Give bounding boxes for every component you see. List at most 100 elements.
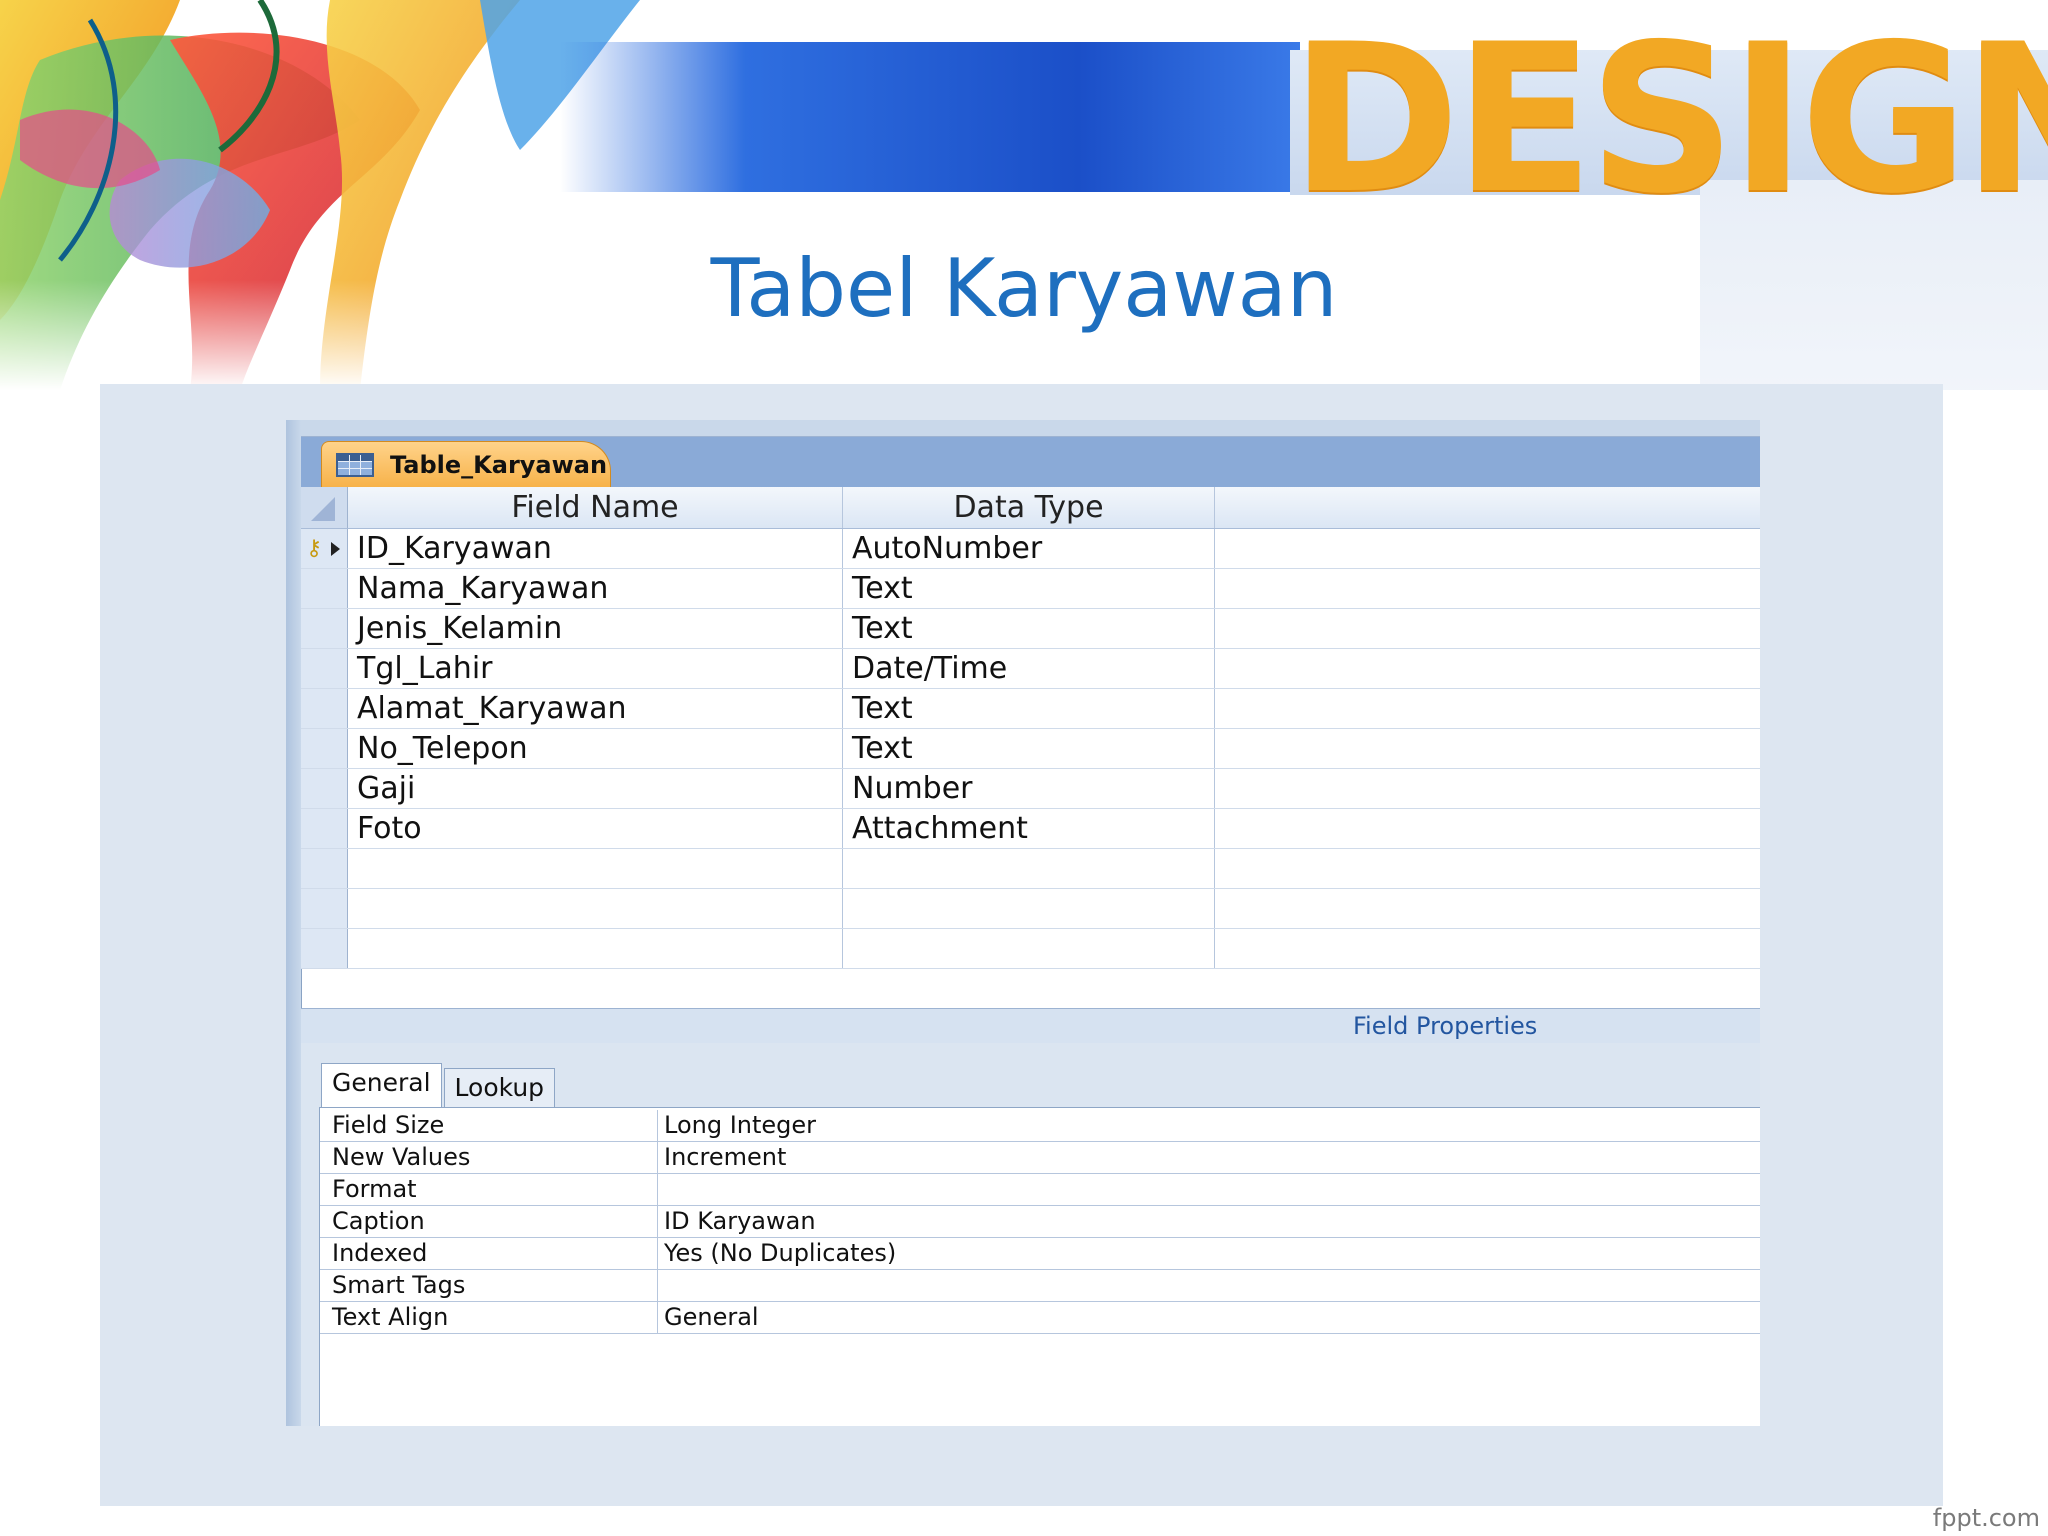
- field-name-cell[interactable]: Alamat_Karyawan: [348, 689, 843, 728]
- field-name-cell[interactable]: [348, 929, 843, 968]
- property-value[interactable]: Long Integer: [658, 1110, 1760, 1141]
- data-type-cell[interactable]: Text: [843, 729, 1215, 768]
- table-row[interactable]: [301, 889, 1760, 929]
- row-selector[interactable]: [301, 569, 348, 608]
- row-selector[interactable]: [301, 889, 348, 928]
- field-name-cell[interactable]: [348, 889, 843, 928]
- field-name-cell[interactable]: Foto: [348, 809, 843, 848]
- property-row[interactable]: Text Align General: [320, 1302, 1760, 1334]
- property-value[interactable]: Increment: [658, 1142, 1760, 1173]
- column-header-description[interactable]: [1215, 487, 1760, 528]
- data-type-cell[interactable]: [843, 849, 1215, 888]
- property-value[interactable]: General: [658, 1302, 1760, 1333]
- row-selector[interactable]: [301, 809, 348, 848]
- row-selector[interactable]: [301, 769, 348, 808]
- description-cell[interactable]: [1215, 729, 1760, 768]
- property-name: Field Size: [320, 1110, 658, 1141]
- row-selector[interactable]: [301, 689, 348, 728]
- row-selector[interactable]: [301, 849, 348, 888]
- field-name-cell[interactable]: [348, 849, 843, 888]
- property-name: Indexed: [320, 1238, 658, 1269]
- table-row[interactable]: Tgl_Lahir Date/Time: [301, 649, 1760, 689]
- description-cell[interactable]: [1215, 809, 1760, 848]
- table-row[interactable]: ⚷ ID_Karyawan AutoNumber: [301, 529, 1760, 569]
- table-row[interactable]: Jenis_Kelamin Text: [301, 609, 1760, 649]
- row-selector[interactable]: [301, 929, 348, 968]
- property-row[interactable]: New Values Increment: [320, 1142, 1760, 1174]
- table-row[interactable]: Alamat_Karyawan Text: [301, 689, 1760, 729]
- table-row[interactable]: Nama_Karyawan Text: [301, 569, 1760, 609]
- description-cell[interactable]: [1215, 649, 1760, 688]
- document-tab-table-karyawan[interactable]: Table_Karyawan: [321, 441, 611, 487]
- description-cell[interactable]: [1215, 569, 1760, 608]
- table-icon: [336, 452, 374, 477]
- description-cell[interactable]: [1215, 849, 1760, 888]
- data-type-cell[interactable]: Text: [843, 609, 1215, 648]
- window-top-strip: [301, 420, 1760, 437]
- banner-blue-band: [560, 42, 1300, 192]
- primary-key-icon: ⚷: [306, 536, 323, 561]
- current-row-arrow-icon: [331, 542, 340, 556]
- table-row[interactable]: [301, 849, 1760, 889]
- tab-lookup[interactable]: Lookup: [443, 1068, 556, 1107]
- row-selector[interactable]: [301, 729, 348, 768]
- description-cell[interactable]: [1215, 689, 1760, 728]
- table-row[interactable]: Foto Attachment: [301, 809, 1760, 849]
- grid-header-row: Field Name Data Type: [301, 487, 1760, 529]
- tab-general[interactable]: General: [321, 1063, 442, 1108]
- row-selector[interactable]: [301, 609, 348, 648]
- data-type-cell[interactable]: [843, 929, 1215, 968]
- table-row[interactable]: Gaji Number: [301, 769, 1760, 809]
- banner-design-word: DESIGN: [1290, 1, 2048, 239]
- property-value[interactable]: ID Karyawan: [658, 1206, 1760, 1237]
- field-name-cell[interactable]: Jenis_Kelamin: [348, 609, 843, 648]
- field-properties-header: Field Properties: [301, 1008, 1760, 1044]
- data-type-cell[interactable]: Number: [843, 769, 1215, 808]
- column-header-field-name[interactable]: Field Name: [348, 487, 843, 528]
- data-type-cell[interactable]: Date/Time: [843, 649, 1215, 688]
- description-cell[interactable]: [1215, 889, 1760, 928]
- row-selector[interactable]: ⚷: [301, 529, 348, 568]
- description-cell[interactable]: [1215, 769, 1760, 808]
- data-type-cell[interactable]: [843, 889, 1215, 928]
- column-header-data-type[interactable]: Data Type: [843, 487, 1215, 528]
- property-row[interactable]: Format: [320, 1174, 1760, 1206]
- watermark: fppt.com: [1932, 1504, 2040, 1532]
- screenshot-panel: Table_Karyawan Field Name Data Type ⚷ ID…: [100, 384, 1943, 1506]
- property-value[interactable]: [658, 1270, 1760, 1301]
- field-name-cell[interactable]: No_Telepon: [348, 729, 843, 768]
- description-cell[interactable]: [1215, 609, 1760, 648]
- document-tab-label: Table_Karyawan: [390, 450, 608, 479]
- field-name-cell[interactable]: Nama_Karyawan: [348, 569, 843, 608]
- property-value[interactable]: Yes (No Duplicates): [658, 1238, 1760, 1269]
- window-left-edge: [286, 420, 302, 1426]
- property-row[interactable]: Caption ID Karyawan: [320, 1206, 1760, 1238]
- property-name: Format: [320, 1174, 658, 1205]
- slide-title: Tabel Karyawan: [710, 242, 1338, 335]
- select-all-corner[interactable]: [301, 487, 348, 528]
- property-row[interactable]: Smart Tags: [320, 1270, 1760, 1302]
- data-type-cell[interactable]: Attachment: [843, 809, 1215, 848]
- data-type-cell[interactable]: Text: [843, 569, 1215, 608]
- field-name-cell[interactable]: Gaji: [348, 769, 843, 808]
- property-name: Caption: [320, 1206, 658, 1237]
- property-name: Text Align: [320, 1302, 658, 1333]
- field-properties-pane: General Lookup Field Size Long Integer N…: [301, 1043, 1760, 1426]
- field-name-cell[interactable]: ID_Karyawan: [348, 529, 843, 568]
- property-sheet: Field Size Long Integer New Values Incre…: [319, 1107, 1760, 1426]
- data-type-cell[interactable]: Text: [843, 689, 1215, 728]
- field-name-cell[interactable]: Tgl_Lahir: [348, 649, 843, 688]
- data-type-cell[interactable]: AutoNumber: [843, 529, 1215, 568]
- description-cell[interactable]: [1215, 529, 1760, 568]
- property-name: New Values: [320, 1142, 658, 1173]
- property-row[interactable]: Indexed Yes (No Duplicates): [320, 1238, 1760, 1270]
- field-properties-tabs: General Lookup: [321, 1063, 557, 1108]
- property-row[interactable]: Field Size Long Integer: [320, 1110, 1760, 1142]
- row-selector[interactable]: [301, 649, 348, 688]
- table-row[interactable]: [301, 929, 1760, 969]
- description-cell[interactable]: [1215, 929, 1760, 968]
- property-value[interactable]: [658, 1174, 1760, 1205]
- property-name: Smart Tags: [320, 1270, 658, 1301]
- table-row[interactable]: No_Telepon Text: [301, 729, 1760, 769]
- field-design-grid: Field Name Data Type ⚷ ID_Karyawan AutoN…: [301, 487, 1760, 969]
